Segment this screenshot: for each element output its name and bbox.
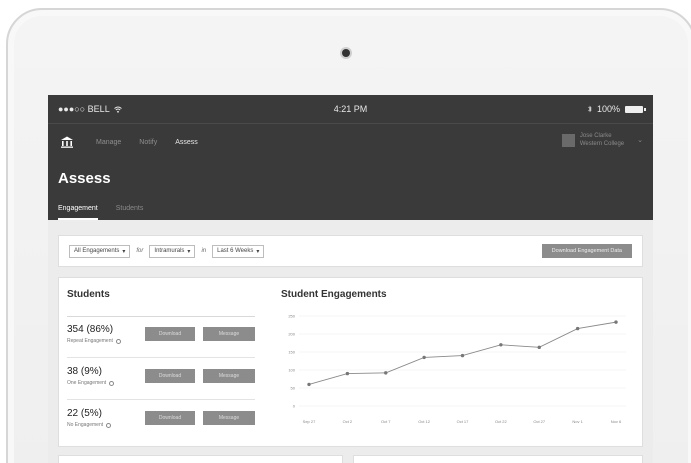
chevron-down-icon: ▾ [187, 248, 191, 255]
stat-row-one: 38 (9%) One Engagement Download Message [67, 360, 255, 400]
info-icon[interactable] [109, 380, 115, 386]
nav-item-assess[interactable]: Assess [175, 139, 198, 146]
download-button[interactable]: Download [145, 411, 195, 425]
students-title: Students [67, 289, 110, 300]
data-point[interactable] [614, 320, 618, 324]
stat-value: 22 (5%) [67, 408, 103, 419]
y-tick-label: 150 [288, 350, 295, 355]
chevron-down-icon: ⌄ [637, 137, 643, 144]
data-point[interactable] [422, 355, 426, 360]
x-tick-label: Oct 27 [533, 419, 546, 424]
download-button[interactable]: Download [145, 369, 195, 383]
message-button[interactable]: Message [203, 327, 255, 341]
y-tick-label: 50 [291, 386, 296, 391]
data-point[interactable] [575, 326, 580, 331]
x-tick-label: Nov 6 [611, 419, 622, 424]
student-engagements-chart: 250 200 150 100 50 0 Sep 27 Oct 2 Oct 7 Oct 12 Oct… [288, 314, 626, 424]
info-icon[interactable] [106, 422, 112, 428]
stat-value: 354 (86%) [67, 324, 114, 335]
user-menu[interactable]: Jose Clarke Western College ⌄ [561, 132, 643, 148]
secondary-card [353, 455, 643, 463]
y-tick-label: 250 [288, 314, 295, 319]
chart-title: Student Engagements [281, 289, 387, 300]
group-select[interactable]: Intramurals ▾ [149, 244, 196, 258]
x-tick-label: Sep 27 [303, 419, 316, 424]
divider [67, 316, 255, 317]
x-tick-label: Oct 22 [495, 419, 508, 424]
nav-item-manage[interactable]: Manage [96, 139, 121, 146]
engagement-select[interactable]: All Engagements ▾ [69, 244, 131, 258]
engagement-select-value: All Engagements [74, 248, 120, 254]
clock: 4:21 PM [333, 104, 368, 114]
user-org: Western College [579, 141, 625, 147]
x-tick-label: Oct 7 [381, 419, 391, 424]
download-engagement-data-button[interactable]: Download Engagement Data [541, 244, 632, 258]
stat-row-none: 22 (5%) No Engagement Download Message [67, 402, 255, 442]
tab-engagement[interactable]: Engagement [58, 205, 98, 220]
data-point[interactable] [537, 345, 541, 350]
message-button[interactable]: Message [203, 369, 255, 383]
avatar [561, 133, 575, 147]
period-select-value: Last 6 Weeks [217, 248, 254, 254]
secondary-card [58, 455, 343, 463]
stat-label: Repeat Engagement [67, 338, 113, 344]
user-name: Jose Clarke [579, 133, 612, 139]
x-tick-label: Oct 17 [457, 419, 470, 424]
status-bar: ●●●○○ BELL 4:21 PM 100% [48, 95, 653, 123]
tab-students[interactable]: Students [116, 205, 144, 220]
stat-label: No Engagement [67, 422, 104, 428]
joiner-in: in [201, 248, 207, 254]
period-select[interactable]: Last 6 Weeks ▾ [212, 244, 265, 258]
group-select-value: Intramurals [154, 248, 185, 254]
joiner-for: for [136, 248, 144, 254]
series-line [308, 321, 617, 385]
page-title: Assess [58, 170, 111, 187]
data-point[interactable] [345, 371, 350, 376]
stat-value: 38 (9%) [67, 366, 103, 377]
nav-item-notify[interactable]: Notify [139, 139, 157, 146]
stat-row-repeat: 354 (86%) Repeat Engagement Download Mes… [67, 318, 255, 358]
data-point[interactable] [460, 353, 465, 358]
engagement-card: Students 354 (86%) Repeat Engagement Dow… [58, 277, 643, 447]
chevron-down-icon: ▾ [122, 248, 126, 255]
chevron-down-icon: ▾ [256, 248, 260, 255]
download-button[interactable]: Download [145, 327, 195, 341]
message-button[interactable]: Message [203, 411, 255, 425]
data-point[interactable] [384, 371, 388, 375]
y-tick-label: 100 [288, 368, 295, 373]
x-tick-label: Oct 2 [343, 419, 353, 424]
battery-icon [625, 105, 646, 113]
app-header: Manage Notify Assess Jose Clarke Western… [48, 123, 653, 220]
tab-bar: Engagement Students [58, 205, 161, 220]
data-point[interactable] [499, 343, 503, 347]
filter-bar: All Engagements ▾ for Intramurals ▾ in L… [58, 235, 643, 267]
x-tick-label: Nov 1 [572, 419, 583, 424]
data-point[interactable] [307, 382, 311, 387]
info-icon[interactable] [115, 338, 121, 344]
screen: ●●●○○ BELL 4:21 PM 100% Manage Notify As… [48, 95, 653, 463]
camera-icon [342, 49, 350, 57]
institution-logo-icon[interactable] [60, 136, 74, 148]
stat-label: One Engagement [67, 380, 107, 386]
y-tick-label: 200 [288, 332, 295, 337]
x-tick-label: Oct 12 [418, 419, 431, 424]
y-tick-label: 0 [293, 404, 296, 409]
